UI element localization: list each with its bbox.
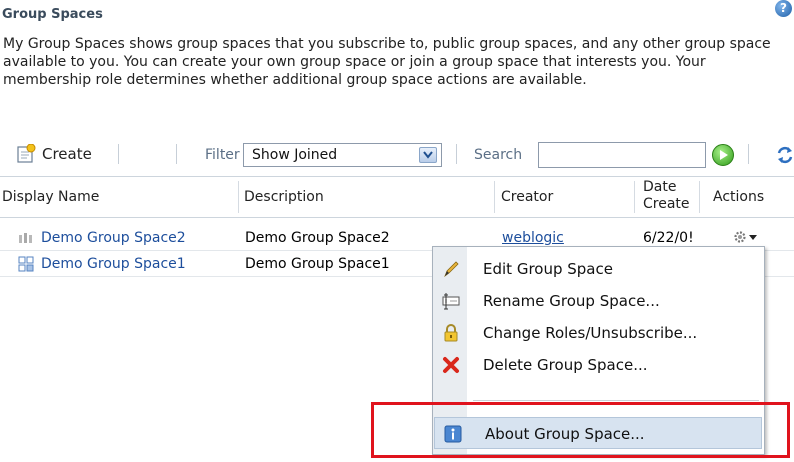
lock-icon xyxy=(444,324,458,342)
toolbar-divider xyxy=(176,144,177,164)
filter-select[interactable]: Show Joined xyxy=(243,143,442,167)
toolbar-divider xyxy=(456,144,457,164)
filter-label: Filter xyxy=(205,147,240,163)
page-title: Group Spaces xyxy=(2,7,103,22)
chevron-down-icon xyxy=(749,235,757,240)
group-space-description: Demo Group Space1 xyxy=(245,256,390,272)
menu-item-label: Change Roles/Unsubscribe... xyxy=(483,324,698,342)
page-description: My Group Spaces shows group spaces that … xyxy=(3,36,771,88)
search-label: Search xyxy=(474,147,523,163)
menu-item-label: Rename Group Space... xyxy=(483,292,660,310)
column-header-actions: Actions xyxy=(713,189,765,205)
creator-link[interactable]: weblogic xyxy=(502,230,564,246)
column-divider xyxy=(634,181,635,213)
create-label: Create xyxy=(42,145,92,163)
help-icon[interactable]: ? xyxy=(775,0,792,17)
menu-item-label: Delete Group Space... xyxy=(483,356,648,374)
group-space-description: Demo Group Space2 xyxy=(245,230,390,246)
toolbar-divider xyxy=(118,144,119,164)
info-icon xyxy=(444,425,462,443)
menu-item-change-roles[interactable]: Change Roles/Unsubscribe... xyxy=(433,317,764,349)
chevron-down-icon[interactable] xyxy=(419,147,437,163)
column-header-description[interactable]: Description xyxy=(244,189,324,205)
menu-item-delete-group-space[interactable]: Delete Group Space... xyxy=(433,349,764,381)
column-divider xyxy=(699,181,700,213)
rename-icon xyxy=(442,293,460,310)
menu-item-label: Edit Group Space xyxy=(483,260,613,278)
column-divider xyxy=(238,181,239,213)
menu-item-about-group-space[interactable]: About Group Space... xyxy=(434,417,762,449)
column-header-display-name[interactable]: Display Name xyxy=(2,189,99,205)
create-button[interactable]: Create xyxy=(16,141,92,167)
table-header: Display Name Description Creator Date Cr… xyxy=(0,176,794,218)
date-created: 6/22/0! xyxy=(643,230,694,246)
delete-x-icon xyxy=(443,357,459,373)
column-header-date-created[interactable]: Date Create xyxy=(643,179,697,213)
menu-item-edit-group-space[interactable]: Edit Group Space xyxy=(433,253,764,285)
page-header: Group Spaces ? xyxy=(0,0,794,26)
actions-context-menu: Edit Group Space Rename Group Space... C… xyxy=(432,246,765,455)
search-input[interactable] xyxy=(538,142,706,168)
menu-divider xyxy=(473,400,759,401)
group-space-name-link[interactable]: Demo Group Space1 xyxy=(41,256,186,272)
group-inactive-icon xyxy=(19,233,32,243)
toolbar-divider xyxy=(748,144,749,164)
menu-item-rename-group-space[interactable]: Rename Group Space... xyxy=(433,285,764,317)
pencil-icon xyxy=(444,261,459,278)
group-space-icon xyxy=(18,256,34,272)
gear-icon xyxy=(734,231,746,243)
refresh-icon[interactable] xyxy=(776,145,794,165)
create-icon xyxy=(17,144,36,163)
column-divider xyxy=(494,181,495,213)
filter-select-value: Show Joined xyxy=(252,147,338,163)
toolbar: Create Filter Show Joined Search xyxy=(0,138,794,172)
group-space-name-link[interactable]: Demo Group Space2 xyxy=(41,230,186,246)
column-header-creator[interactable]: Creator xyxy=(501,189,553,205)
menu-item-label: About Group Space... xyxy=(485,425,645,443)
go-arrow-icon[interactable] xyxy=(712,144,734,166)
